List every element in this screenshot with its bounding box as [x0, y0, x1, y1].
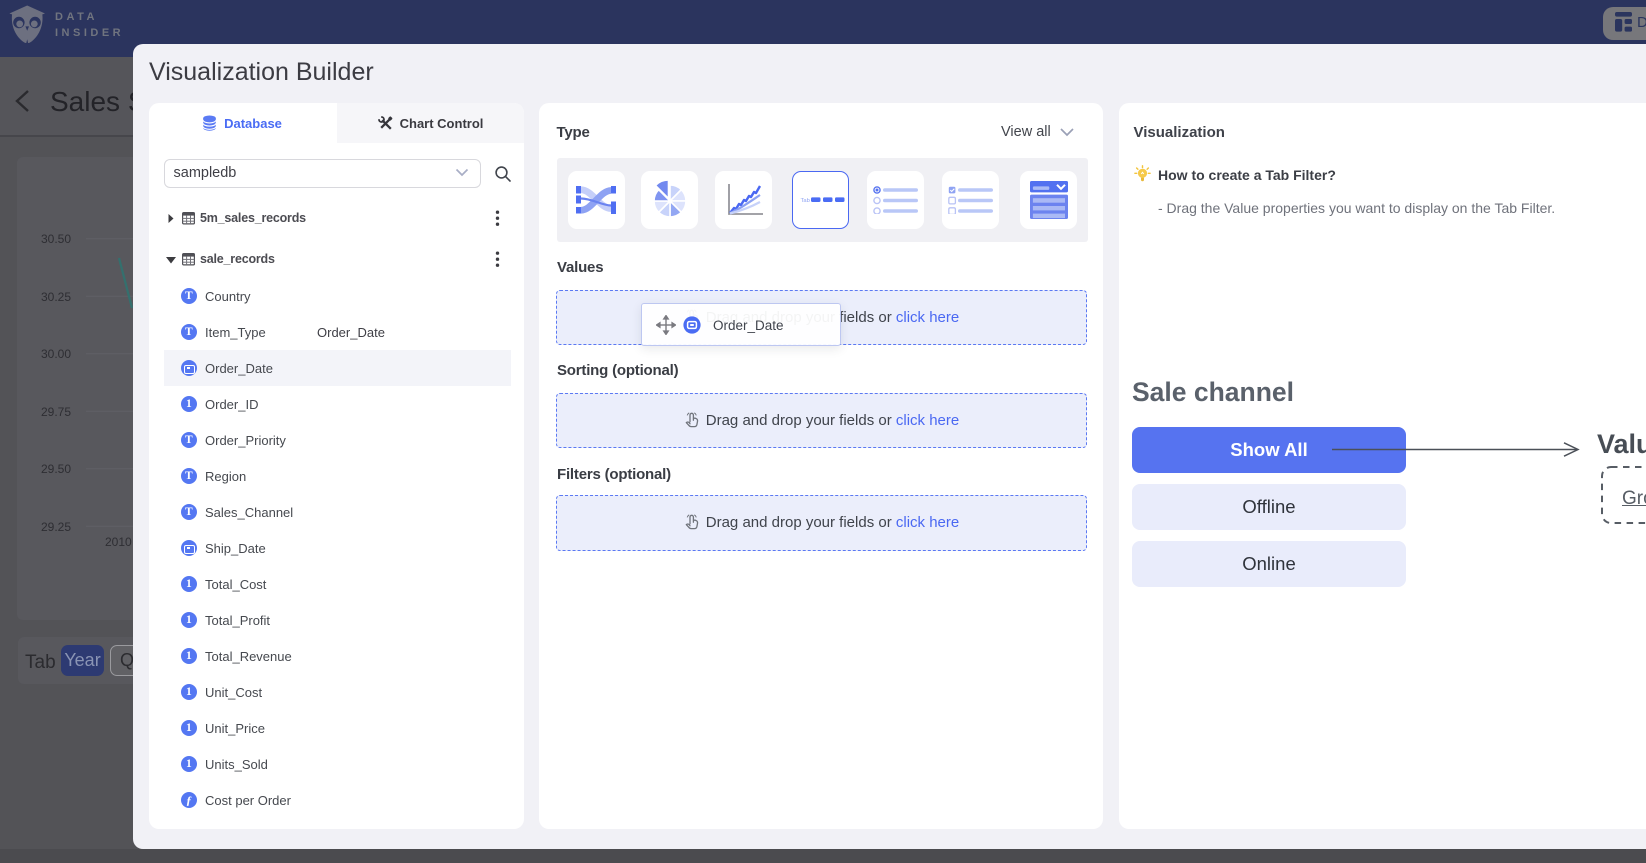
- svg-text:Tab: Tab: [801, 198, 810, 204]
